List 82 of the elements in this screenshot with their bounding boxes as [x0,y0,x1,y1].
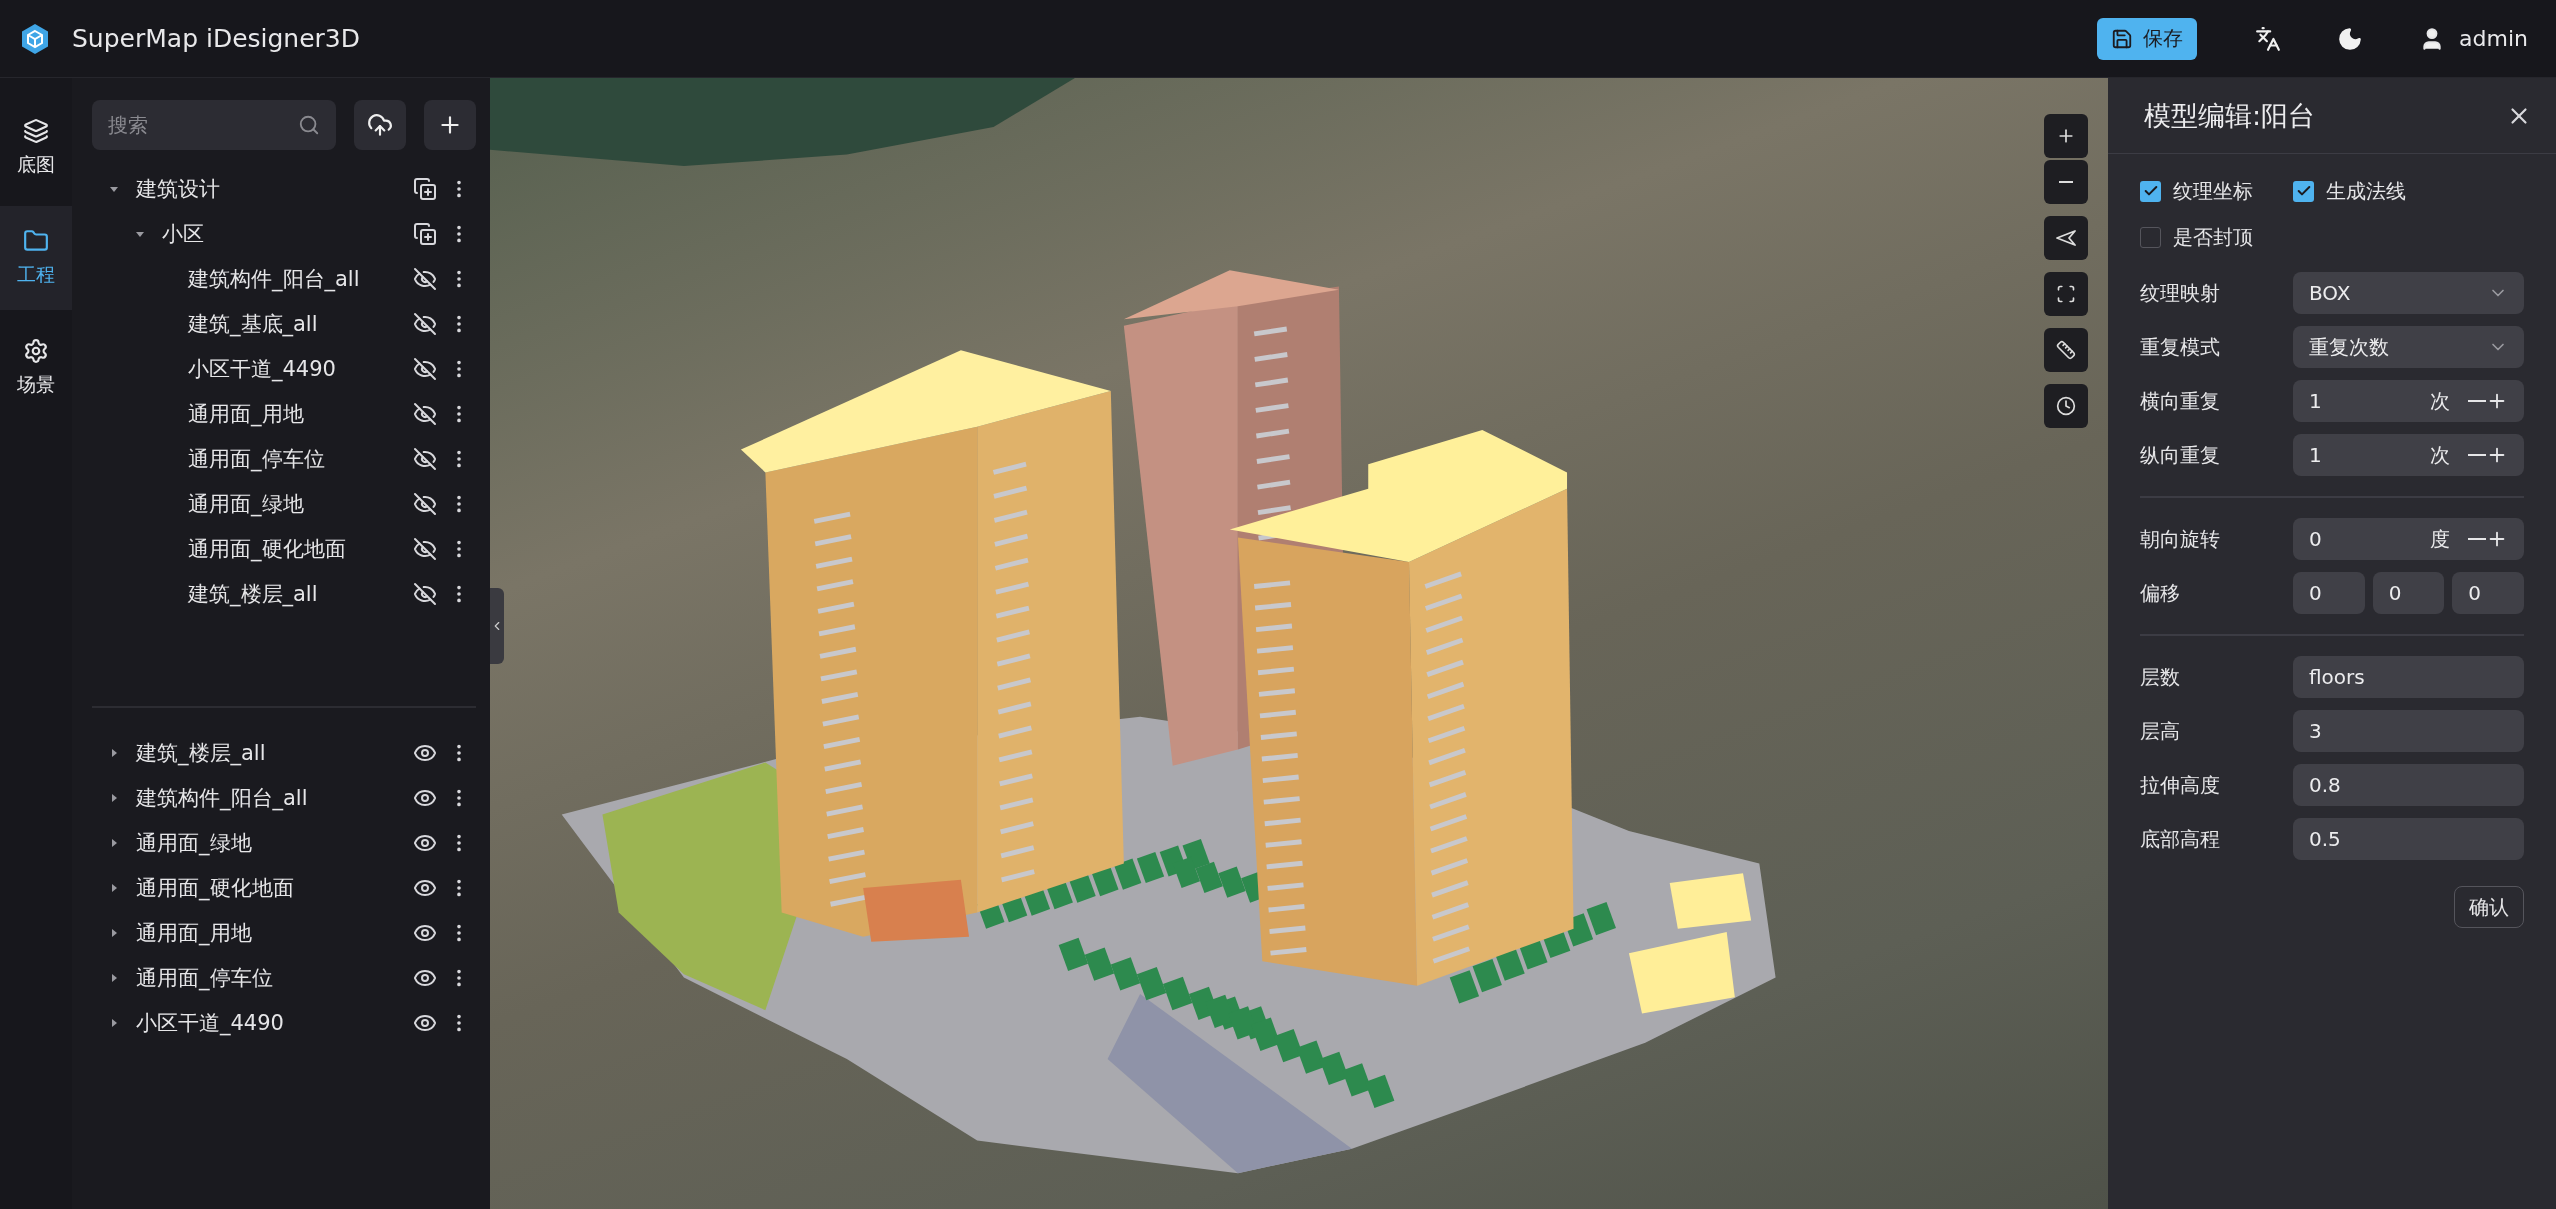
translate-button[interactable] [2255,25,2282,52]
number-field[interactable]: 0 度 [2293,518,2524,560]
compass-button[interactable] [2044,216,2088,260]
layer-item[interactable]: 建筑构件_阳台_all [136,783,408,812]
text-field[interactable]: 0.5 [2293,818,2524,860]
field-label: 朝向旋转 [2140,525,2221,553]
tree-item[interactable]: 建筑_基底_all [188,309,408,338]
number-field[interactable]: 0 [2372,572,2445,614]
nav-item[interactable]: 场景 [0,316,72,420]
unit-label: 度 [2430,525,2450,553]
folder-icon [23,228,49,254]
upload-button[interactable] [354,100,406,150]
panel-title: 模型编辑:阳台 [2144,98,2316,133]
nav-item[interactable]: 工程 [0,206,72,310]
settings-icon [23,338,49,364]
nav-item[interactable]: 底图 [0,96,72,200]
layer-item[interactable]: 通用面_硬化地面 [136,873,408,902]
text-field[interactable]: floors [2293,656,2524,698]
checkbox-label: 生成法线 [2326,177,2406,205]
confirm-button[interactable]: 确认 [2454,886,2524,928]
field-label: 偏移 [2140,579,2181,607]
field-label: 纹理映射 [2140,279,2221,307]
add-button[interactable] [424,100,476,150]
tree-item[interactable]: 通用面_绿地 [188,489,408,518]
zoom-in-button[interactable] [2044,114,2088,158]
number-field[interactable]: 0 [2293,572,2365,614]
zoom-out-button[interactable] [2044,160,2088,204]
layer-item[interactable]: 通用面_绿地 [136,828,408,857]
clock-button[interactable] [2044,384,2088,428]
tree-item[interactable]: 通用面_用地 [188,399,408,428]
layers-icon [23,118,49,144]
user-name[interactable]: admin [2459,26,2528,51]
layer-item[interactable]: 通用面_停车位 [136,963,408,992]
collapse-handle[interactable] [490,588,504,664]
minus-icon [2059,181,2073,183]
select-field[interactable]: BOX [2293,272,2524,314]
number-field[interactable]: 1 次 [2293,434,2524,476]
arrow-icon [2055,229,2077,247]
save-button[interactable]: 保存 [2097,17,2198,60]
tree-item[interactable]: 建筑设计 [136,174,408,203]
satellite-map[interactable] [490,78,2108,1209]
clock-icon [2056,396,2076,416]
field-label: 横向重复 [2140,387,2221,415]
tree-item[interactable]: 建筑_楼层_all [188,579,408,608]
tree-item[interactable]: 通用面_硬化地面 [188,534,408,563]
checkbox[interactable] [2293,180,2314,202]
checkbox[interactable] [2140,226,2161,248]
layer-item[interactable]: 建筑_楼层_all [136,738,408,767]
app-title: SuperMap iDesigner3D [72,24,362,53]
field-label: 层高 [2140,717,2181,745]
field-label: 层数 [2140,663,2181,691]
ruler-icon [2056,340,2076,360]
unit-label: 次 [2430,441,2450,469]
translate-icon [2255,25,2282,52]
tree-item[interactable]: 小区干道_4490 [188,354,408,383]
layer-item[interactable]: 小区干道_4490 [136,1008,408,1037]
tree-item[interactable]: 小区 [162,219,408,248]
field-label: 纵向重复 [2140,441,2221,469]
field-label: 重复模式 [2140,333,2221,361]
search-field[interactable]: 搜索 [92,100,336,150]
text-field[interactable]: 3 [2293,710,2524,752]
number-field[interactable]: 1 次 [2293,380,2524,422]
theme-button[interactable] [2337,25,2364,52]
layer-item[interactable]: 通用面_用地 [136,918,408,947]
search-icon [298,114,320,136]
checkbox-label: 纹理坐标 [2173,177,2253,205]
number-field[interactable]: 0 [2452,572,2524,614]
unit-label: 次 [2430,387,2450,415]
field-label: 底部高程 [2140,825,2221,853]
tree-item[interactable]: 通用面_停车位 [188,444,408,473]
checkbox[interactable] [2140,180,2161,202]
tree-item[interactable]: 建筑构件_阳台_all [188,264,408,293]
save-icon [2111,27,2134,50]
field-label: 拉伸高度 [2140,771,2221,799]
fullscreen-icon [2056,284,2076,304]
fullscreen-button[interactable] [2044,272,2088,316]
text-field[interactable]: 0.8 [2293,764,2524,806]
checkbox-label: 是否封顶 [2173,223,2253,251]
cloud-upload-icon [367,112,393,138]
moon-icon [2337,25,2364,52]
select-field[interactable]: 重复次数 [2293,326,2524,368]
ruler-button[interactable] [2044,328,2088,372]
